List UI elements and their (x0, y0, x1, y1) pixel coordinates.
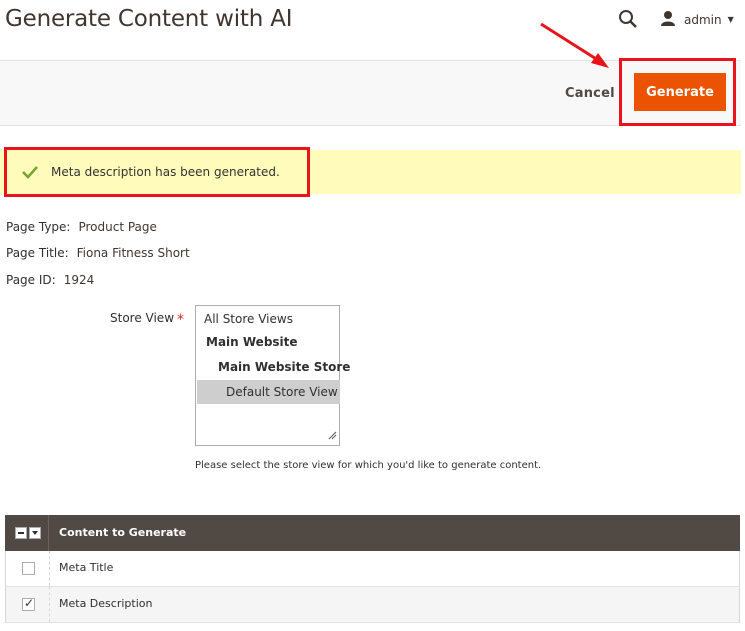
meta-description-checkbox[interactable] (22, 596, 35, 611)
user-icon (660, 10, 676, 29)
table-row-meta-description[interactable]: Meta Description (5, 587, 740, 623)
table-row-meta-title[interactable]: Meta Title (5, 551, 740, 587)
option-default-store-view[interactable]: Default Store View (226, 385, 338, 399)
option-all-store-views[interactable]: All Store Views (204, 312, 293, 326)
mass-select-checkbox[interactable] (15, 527, 27, 539)
required-mark: * (177, 312, 184, 328)
mass-select-dropdown-icon[interactable] (29, 527, 41, 539)
page-title-label: Page Title: (6, 246, 69, 260)
option-main-website: Main Website (206, 335, 298, 349)
header-divider (48, 515, 49, 551)
generate-button[interactable]: Generate (634, 73, 726, 111)
grid-header: Content to Generate (5, 515, 740, 551)
annotation-box-message (4, 147, 310, 197)
user-menu[interactable]: admin ▼ (660, 10, 734, 29)
store-view-label: Store View (110, 311, 175, 325)
meta-title-checkbox[interactable] (22, 562, 35, 575)
page-id-row: Page ID: 1924 (6, 273, 94, 287)
user-name: admin (684, 12, 722, 27)
row-label: Meta Title (59, 561, 114, 574)
page-id-label: Page ID: (6, 273, 56, 287)
option-main-website-store: Main Website Store (218, 360, 351, 374)
chevron-down-icon: ▼ (727, 15, 734, 24)
page-title-row: Page Title: Fiona Fitness Short (6, 246, 190, 260)
page-type-label: Page Type: (6, 220, 71, 234)
annotation-arrow-icon (540, 22, 609, 68)
page-title: Generate Content with AI (5, 6, 293, 32)
cancel-button[interactable]: Cancel (565, 86, 615, 101)
resize-handle-icon[interactable] (328, 429, 337, 443)
search-icon[interactable] (618, 9, 638, 29)
row-divider (49, 587, 51, 622)
content-grid: Content to Generate Meta Title Meta Desc… (5, 515, 740, 623)
grid-header-title: Content to Generate (59, 526, 187, 539)
page-id-value: 1924 (63, 273, 95, 287)
page-title-value: Fiona Fitness Short (76, 246, 190, 260)
row-divider (49, 551, 51, 586)
page-type-value: Product Page (78, 220, 157, 234)
row-label: Meta Description (59, 597, 153, 610)
store-view-hint: Please select the store view for which y… (195, 460, 542, 471)
store-view-select[interactable]: All Store Views Main Website Main Websit… (195, 305, 350, 446)
page-type-row: Page Type: Product Page (6, 220, 157, 234)
